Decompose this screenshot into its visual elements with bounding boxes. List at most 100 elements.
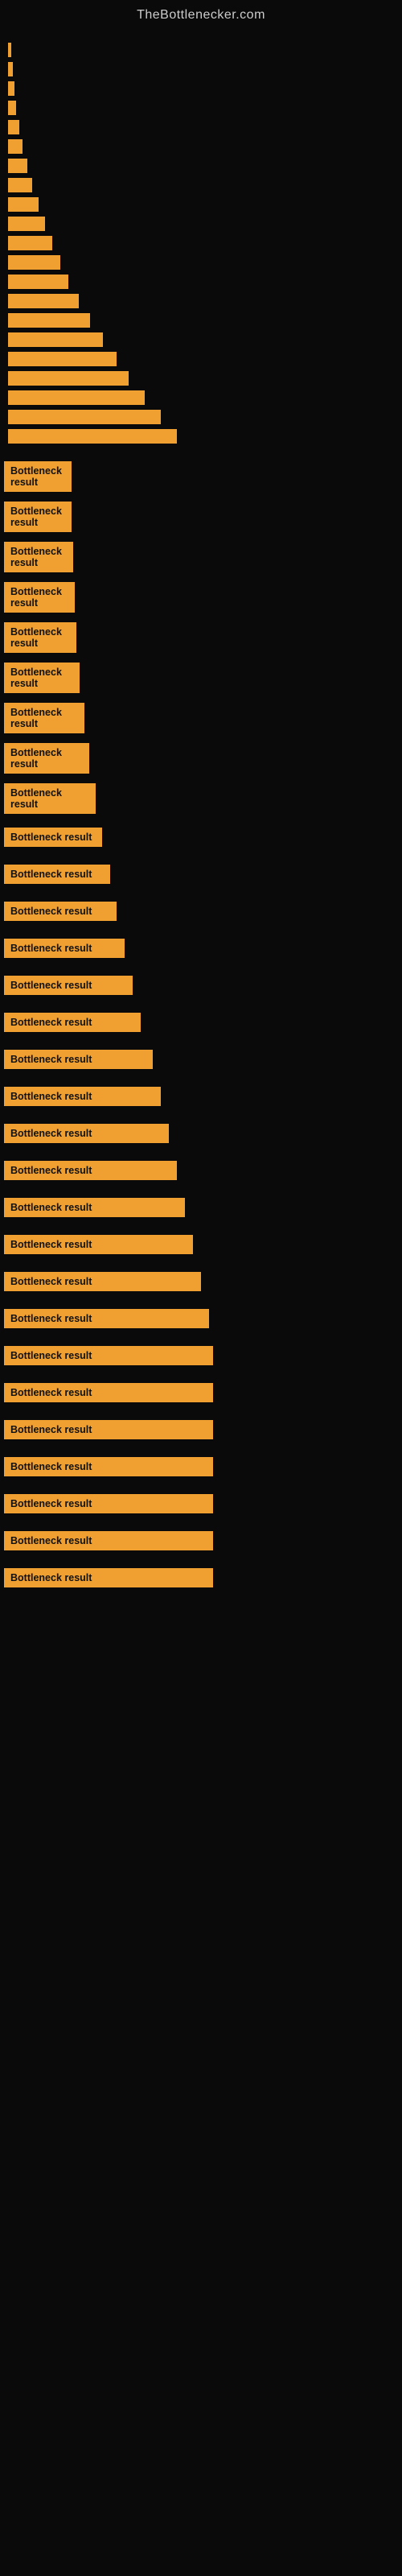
chart-bar-3	[8, 101, 394, 115]
chart-bar-1	[8, 62, 394, 76]
result-entry-7: Bottleneck result	[0, 738, 402, 778]
chart-bar-20	[8, 429, 394, 444]
result-label-13: Bottleneck result	[4, 976, 133, 995]
bar-fill-5	[8, 139, 23, 154]
result-label-4: Bottleneck result	[4, 622, 76, 653]
result-label-24: Bottleneck result	[4, 1383, 213, 1402]
result-entry-24: Bottleneck result	[0, 1374, 402, 1411]
result-entry-22: Bottleneck result	[0, 1300, 402, 1337]
result-label-21: Bottleneck result	[4, 1272, 201, 1291]
chart-bar-18	[8, 390, 394, 405]
result-entry-18: Bottleneck result	[0, 1152, 402, 1189]
result-entry-9: Bottleneck result	[0, 819, 402, 856]
result-entry-20: Bottleneck result	[0, 1226, 402, 1263]
result-label-26: Bottleneck result	[4, 1457, 213, 1476]
bar-fill-11	[8, 255, 60, 270]
bar-fill-6	[8, 159, 27, 173]
result-label-17: Bottleneck result	[4, 1124, 169, 1143]
bar-fill-15	[8, 332, 103, 347]
chart-bar-9	[8, 217, 394, 231]
result-entry-1: Bottleneck result	[0, 497, 402, 537]
result-label-8: Bottleneck result	[4, 783, 96, 814]
result-entry-2: Bottleneck result	[0, 537, 402, 577]
result-entry-27: Bottleneck result	[0, 1485, 402, 1522]
result-label-7: Bottleneck result	[4, 743, 89, 774]
chart-bar-7	[8, 178, 394, 192]
result-label-15: Bottleneck result	[4, 1050, 153, 1069]
bar-fill-9	[8, 217, 45, 231]
chart-bar-19	[8, 410, 394, 424]
result-label-3: Bottleneck result	[4, 582, 75, 613]
result-entry-19: Bottleneck result	[0, 1189, 402, 1226]
chart-bar-12	[8, 275, 394, 289]
bar-fill-8	[8, 197, 39, 212]
result-label-28: Bottleneck result	[4, 1531, 213, 1550]
result-label-0: Bottleneck result	[4, 461, 72, 492]
result-label-14: Bottleneck result	[4, 1013, 141, 1032]
result-entry-28: Bottleneck result	[0, 1522, 402, 1559]
result-label-18: Bottleneck result	[4, 1161, 177, 1180]
result-entry-23: Bottleneck result	[0, 1337, 402, 1374]
result-entry-12: Bottleneck result	[0, 930, 402, 967]
site-title: TheBottlenecker.com	[0, 0, 402, 27]
result-entry-15: Bottleneck result	[0, 1041, 402, 1078]
chart-bar-15	[8, 332, 394, 347]
result-entry-11: Bottleneck result	[0, 893, 402, 930]
bar-fill-2	[8, 81, 14, 96]
result-label-25: Bottleneck result	[4, 1420, 213, 1439]
chart-bar-11	[8, 255, 394, 270]
results-list: Bottleneck result Bottleneck result Bottle…	[0, 456, 402, 1596]
result-entry-5: Bottleneck result	[0, 658, 402, 698]
result-label-6: Bottleneck result	[4, 703, 84, 733]
bar-fill-1	[8, 62, 13, 76]
bar-fill-19	[8, 410, 161, 424]
result-label-11: Bottleneck result	[4, 902, 117, 921]
result-label-5: Bottleneck result	[4, 663, 80, 693]
result-entry-16: Bottleneck result	[0, 1078, 402, 1115]
result-label-12: Bottleneck result	[4, 939, 125, 958]
chart-bar-5	[8, 139, 394, 154]
chart-area	[0, 27, 402, 456]
bar-fill-4	[8, 120, 19, 134]
bar-fill-18	[8, 390, 145, 405]
chart-bar-14	[8, 313, 394, 328]
chart-bar-16	[8, 352, 394, 366]
bar-fill-10	[8, 236, 52, 250]
result-label-20: Bottleneck result	[4, 1235, 193, 1254]
chart-bar-17	[8, 371, 394, 386]
bar-fill-12	[8, 275, 68, 289]
result-entry-14: Bottleneck result	[0, 1004, 402, 1041]
chart-bar-0	[8, 43, 394, 57]
result-entry-21: Bottleneck result	[0, 1263, 402, 1300]
chart-bar-10	[8, 236, 394, 250]
result-entry-3: Bottleneck result	[0, 577, 402, 617]
bar-fill-13	[8, 294, 79, 308]
chart-bar-6	[8, 159, 394, 173]
chart-bar-2	[8, 81, 394, 96]
result-entry-13: Bottleneck result	[0, 967, 402, 1004]
result-label-2: Bottleneck result	[4, 542, 73, 572]
result-label-1: Bottleneck result	[4, 502, 72, 532]
site-header: TheBottlenecker.com	[0, 0, 402, 27]
result-label-9: Bottleneck result	[4, 828, 102, 847]
bar-fill-20	[8, 429, 177, 444]
chart-bar-8	[8, 197, 394, 212]
result-entry-25: Bottleneck result	[0, 1411, 402, 1448]
result-entry-26: Bottleneck result	[0, 1448, 402, 1485]
bar-fill-14	[8, 313, 90, 328]
bar-fill-3	[8, 101, 16, 115]
result-label-23: Bottleneck result	[4, 1346, 213, 1365]
result-entry-10: Bottleneck result	[0, 856, 402, 893]
bar-fill-16	[8, 352, 117, 366]
result-entry-6: Bottleneck result	[0, 698, 402, 738]
result-label-29: Bottleneck result	[4, 1568, 213, 1587]
result-label-27: Bottleneck result	[4, 1494, 213, 1513]
result-label-19: Bottleneck result	[4, 1198, 185, 1217]
result-entry-17: Bottleneck result	[0, 1115, 402, 1152]
result-entry-8: Bottleneck result	[0, 778, 402, 819]
chart-bar-4	[8, 120, 394, 134]
result-label-16: Bottleneck result	[4, 1087, 161, 1106]
result-entry-0: Bottleneck result	[0, 456, 402, 497]
chart-bar-13	[8, 294, 394, 308]
bar-fill-17	[8, 371, 129, 386]
